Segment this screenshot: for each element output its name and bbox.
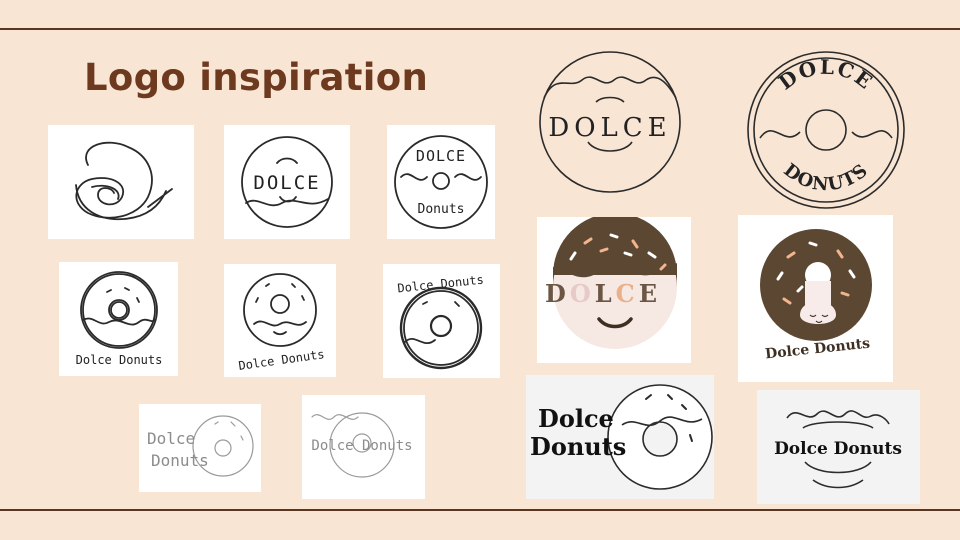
svg-text:DONUTS: DONUTS [780, 160, 873, 196]
sketch-wavy-text: Dolce Donuts [311, 438, 412, 454]
logo-stacked-line1: Dolce [538, 404, 614, 433]
logo-color-letter-l: L [595, 279, 616, 308]
logo-badge-bottom: DONUTS [780, 160, 872, 196]
sketch-dolce-word: DOLCE [253, 172, 320, 194]
logo-ring-word: DOLCE [548, 113, 671, 143]
sketch-pencil-line2: Donuts [151, 451, 209, 470]
logo-color-dolce: DOLCE [537, 217, 691, 363]
top-rule [0, 28, 960, 30]
logo-color-letter-o: O [570, 279, 595, 308]
logo-wavy-wordmark: Dolce Donuts [757, 390, 920, 504]
sketch-pencil-wavy: Dolce Donuts [302, 395, 425, 499]
svg-text:DOLCE: DOLCE [545, 279, 661, 308]
logo-color-letter-d: D [545, 279, 570, 308]
logo-chocolate-face: Dolce Donuts [738, 215, 893, 382]
logo-stacked-outline: Dolce Donuts [526, 375, 714, 499]
sketch-donut-face: Dolce Donuts [224, 264, 336, 377]
slide-title: Logo inspiration [84, 56, 429, 99]
logo-color-letter-c: C [616, 279, 639, 308]
logo-wavy-text: Dolce Donuts [774, 439, 902, 459]
sketch-dolce-circle: DOLCE [224, 125, 350, 239]
sketch-bold-top: Dolce Donuts [397, 273, 485, 296]
sketch-face-text: Dolce Donuts [238, 347, 326, 373]
sketch-donut-text: Dolce Donuts [76, 353, 163, 367]
logo-dolce-ring: DOLCE [530, 50, 690, 195]
sketch-arched-bottom: Donuts [418, 202, 465, 217]
sketch-arched-text: DOLCE Donuts [387, 125, 495, 239]
bottom-rule [0, 509, 960, 511]
sketch-arched-top: DOLCE [416, 147, 466, 165]
sketch-donut-label: Dolce Donuts [59, 262, 178, 376]
sketch-pencil-line1: Dolce [147, 429, 195, 448]
logo-badge: DOLCE DONUTS [744, 48, 908, 212]
sketch-bold-donut: Dolce Donuts [383, 264, 500, 378]
sketch-spiral [48, 125, 194, 239]
sketch-pencil-stacked: Dolce Donuts [139, 404, 261, 492]
logo-color-letter-e: E [639, 279, 661, 308]
logo-stacked-line2: Donuts [530, 432, 626, 461]
